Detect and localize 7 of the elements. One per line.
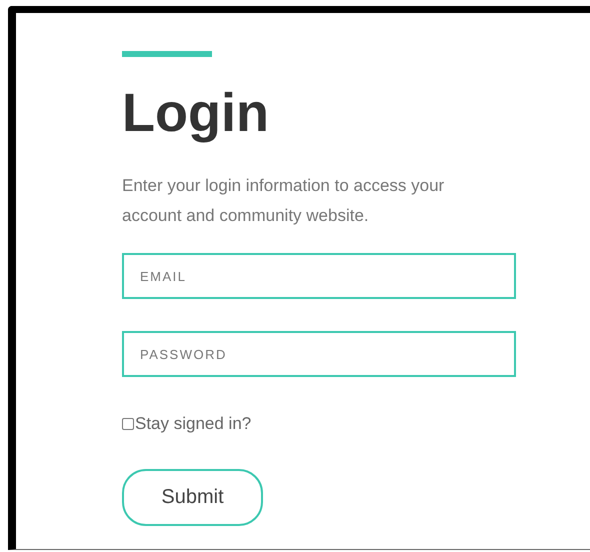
page-title: Login	[122, 82, 270, 145]
checkbox-label: Stay signed in?	[135, 413, 252, 435]
description-text: Enter your login information to access your account and community website.	[122, 175, 446, 227]
password-field[interactable]: PASSWORD	[122, 331, 516, 377]
email-field[interactable]: EMAIL	[122, 253, 516, 299]
submit-button[interactable]: Submit	[122, 468, 263, 526]
checkbox[interactable]	[122, 418, 134, 430]
